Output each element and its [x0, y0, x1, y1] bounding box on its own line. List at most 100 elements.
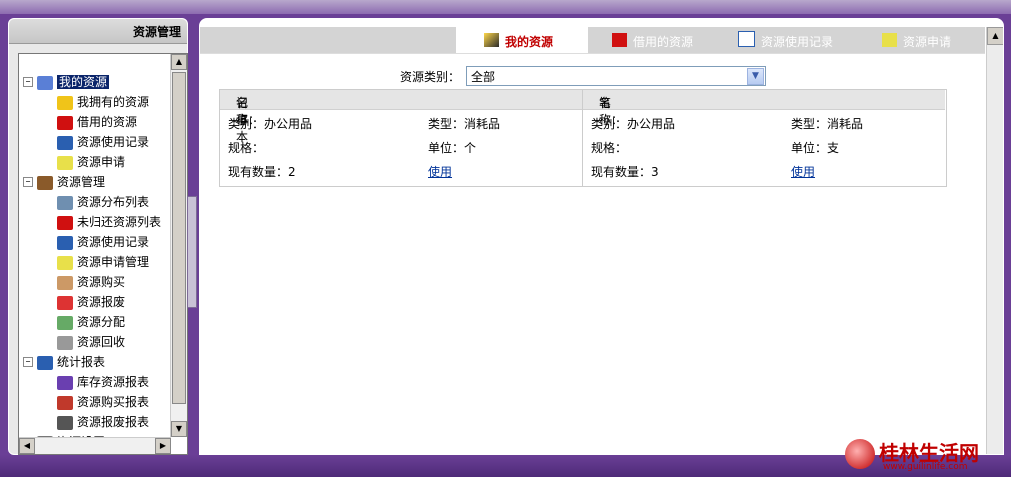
tab-strip: 我的资源 借用的资源 资源使用记录 资源申请: [200, 27, 985, 54]
chevron-down-icon[interactable]: ▼: [747, 68, 764, 85]
tree-scroll-thumb[interactable]: [172, 72, 186, 404]
resource-category: 办公用品: [264, 117, 313, 131]
tab-label: 借用的资源: [633, 35, 694, 49]
tree-node-label: 资源使用记录: [77, 135, 150, 149]
allocate-icon: [57, 315, 73, 330]
type-label: 类型：: [428, 117, 465, 131]
main-vertical-scrollbar[interactable]: ▲: [986, 27, 1003, 454]
tree-node[interactable]: 资源购买: [57, 272, 125, 292]
tree-node[interactable]: − 统计报表: [23, 352, 105, 372]
resource-quantity: 3: [651, 165, 659, 179]
resource-management-icon: [37, 175, 53, 190]
main-scroll-up-button[interactable]: ▲: [987, 27, 1003, 45]
spec-label: 规格：: [591, 141, 628, 155]
tree-node[interactable]: − 资源管理: [23, 172, 106, 192]
usage-record-icon: [57, 235, 73, 250]
collapse-icon[interactable]: −: [23, 177, 33, 187]
use-resource-link[interactable]: 使用: [791, 163, 815, 180]
tree-node[interactable]: 库存资源报表: [57, 372, 149, 392]
tree-node-label: 资源申请: [77, 155, 126, 169]
main-panel: 我的资源 借用的资源 资源使用记录 资源申请 ▲ 资源类别： 全部 ▼ 名称：记…: [199, 18, 1004, 455]
navigation-tree: − 我的资源 我拥有的资源 借用的资源 资源使用记录 资源申请 − 资源管理 资源分布列表 未归还…: [19, 54, 171, 437]
collapse-icon[interactable]: −: [23, 77, 33, 87]
tree-node[interactable]: − 我的资源: [23, 72, 110, 92]
tree-node-label: 资源购买报表: [77, 395, 150, 409]
watermark-url: www.guilinlife.com: [883, 462, 968, 472]
category-select-value: 全部: [471, 70, 496, 84]
tree-box: − 我的资源 我拥有的资源 借用的资源 资源使用记录 资源申请 − 资源管理 资源分布列表 未归还…: [18, 53, 188, 455]
resource-type: 消耗品: [464, 117, 501, 131]
tree-node-label: 资源报废报表: [77, 415, 150, 429]
resource-card-header: 名称：笔: [583, 90, 945, 127]
tree-node-label: 资源管理: [57, 175, 106, 189]
tree-node[interactable]: 资源报废报表: [57, 412, 149, 432]
resource-unit: 支: [827, 141, 840, 155]
splitter-grip[interactable]: [187, 196, 197, 308]
tab-resource-requests[interactable]: 资源申请: [882, 27, 951, 53]
usage-record-icon: [738, 31, 755, 47]
resource-request-icon: [57, 155, 73, 170]
collapse-icon[interactable]: −: [23, 357, 33, 367]
tab-my-resources[interactable]: 我的资源: [456, 27, 588, 53]
resource-category: 办公用品: [627, 117, 676, 131]
scroll-left-button[interactable]: ◀: [19, 438, 35, 454]
resource-type: 消耗品: [827, 117, 864, 131]
sidebar-header: 资源管理: [9, 19, 187, 44]
scroll-right-button[interactable]: ▶: [155, 438, 171, 454]
tab-label: 资源申请: [903, 35, 952, 49]
resource-quantity: 2: [288, 165, 296, 179]
scroll-down-button[interactable]: ▼: [171, 421, 187, 437]
tree-node[interactable]: 资源报废: [57, 292, 125, 312]
resource-name: 笔: [599, 96, 612, 110]
request-management-icon: [57, 255, 73, 270]
tab-borrowed-resources[interactable]: 借用的资源: [612, 27, 693, 53]
tree-node[interactable]: 资源使用记录: [57, 132, 149, 152]
tree-node[interactable]: 资源回收: [57, 332, 125, 352]
tree-node[interactable]: 资源分配: [57, 312, 125, 332]
tab-label: 资源使用记录: [761, 35, 834, 49]
tree-node[interactable]: 资源申请: [57, 152, 125, 172]
user-resources-icon: [37, 75, 53, 90]
tab-usage-records[interactable]: 资源使用记录: [738, 27, 833, 53]
tree-node[interactable]: 资源使用记录: [57, 232, 149, 252]
tree-node-label: 资源申请管理: [77, 255, 150, 269]
tree-node-label: 资源分布列表: [77, 195, 150, 209]
tree-node-label: 我拥有的资源: [77, 95, 150, 109]
category-label: 类别：: [591, 117, 628, 131]
unit-label: 单位：: [791, 141, 828, 155]
window-top-bar: [0, 0, 1011, 14]
tree-node-label: 资源购买: [77, 275, 126, 289]
tree-node[interactable]: 未归还资源列表: [57, 212, 161, 232]
report-icon: [37, 355, 53, 370]
tree-node-label: 未归还资源列表: [77, 215, 162, 229]
resource-card: 名称： 记事本 类别：办公用品 类型：消耗品 规格： 单位：个 现有数量：2 使用: [220, 90, 583, 186]
resource-unit: 个: [464, 141, 477, 155]
tab-label: 我的资源: [505, 35, 554, 49]
tree-node-label: 库存资源报表: [77, 375, 150, 389]
resource-card-header: 名称： 记事本: [220, 90, 582, 144]
tree-node-label: 资源回收: [77, 335, 126, 349]
tree-vertical-scrollbar[interactable]: ▲ ▼: [170, 54, 187, 437]
resource-grid: 名称： 记事本 类别：办公用品 类型：消耗品 规格： 单位：个 现有数量：2 使用…: [219, 89, 947, 187]
recycle-icon: [57, 335, 73, 350]
category-select[interactable]: 全部 ▼: [466, 66, 766, 86]
tree-node-label: 资源报废: [77, 295, 126, 309]
use-resource-link[interactable]: 使用: [428, 163, 452, 180]
purchase-report-icon: [57, 395, 73, 410]
purchase-icon: [57, 275, 73, 290]
tree-node[interactable]: 借用的资源: [57, 112, 137, 132]
user-resources-icon: [484, 33, 499, 47]
tree-node[interactable]: 资源购买报表: [57, 392, 149, 412]
tree-horizontal-scrollbar[interactable]: ◀ ▶: [19, 437, 171, 454]
scroll-up-button[interactable]: ▲: [171, 54, 187, 70]
tree-node[interactable]: 资源分布列表: [57, 192, 149, 212]
tree-node-label: 资源分配: [77, 315, 126, 329]
resource-card: 名称：笔 类别：办公用品 类型：消耗品 规格： 单位：支 现有数量：3 使用: [583, 90, 945, 186]
quantity-label: 现有数量：: [228, 165, 289, 179]
sidebar-panel: 资源管理 − 我的资源 我拥有的资源 借用的资源 资源使用记录 资源申请 − 资源管理 资源分布…: [8, 18, 188, 455]
usage-record-icon: [57, 135, 73, 150]
distribution-list-icon: [57, 195, 73, 210]
resource-request-icon: [882, 33, 897, 47]
tree-node[interactable]: 资源申请管理: [57, 252, 149, 272]
tree-node[interactable]: 我拥有的资源: [57, 92, 149, 112]
